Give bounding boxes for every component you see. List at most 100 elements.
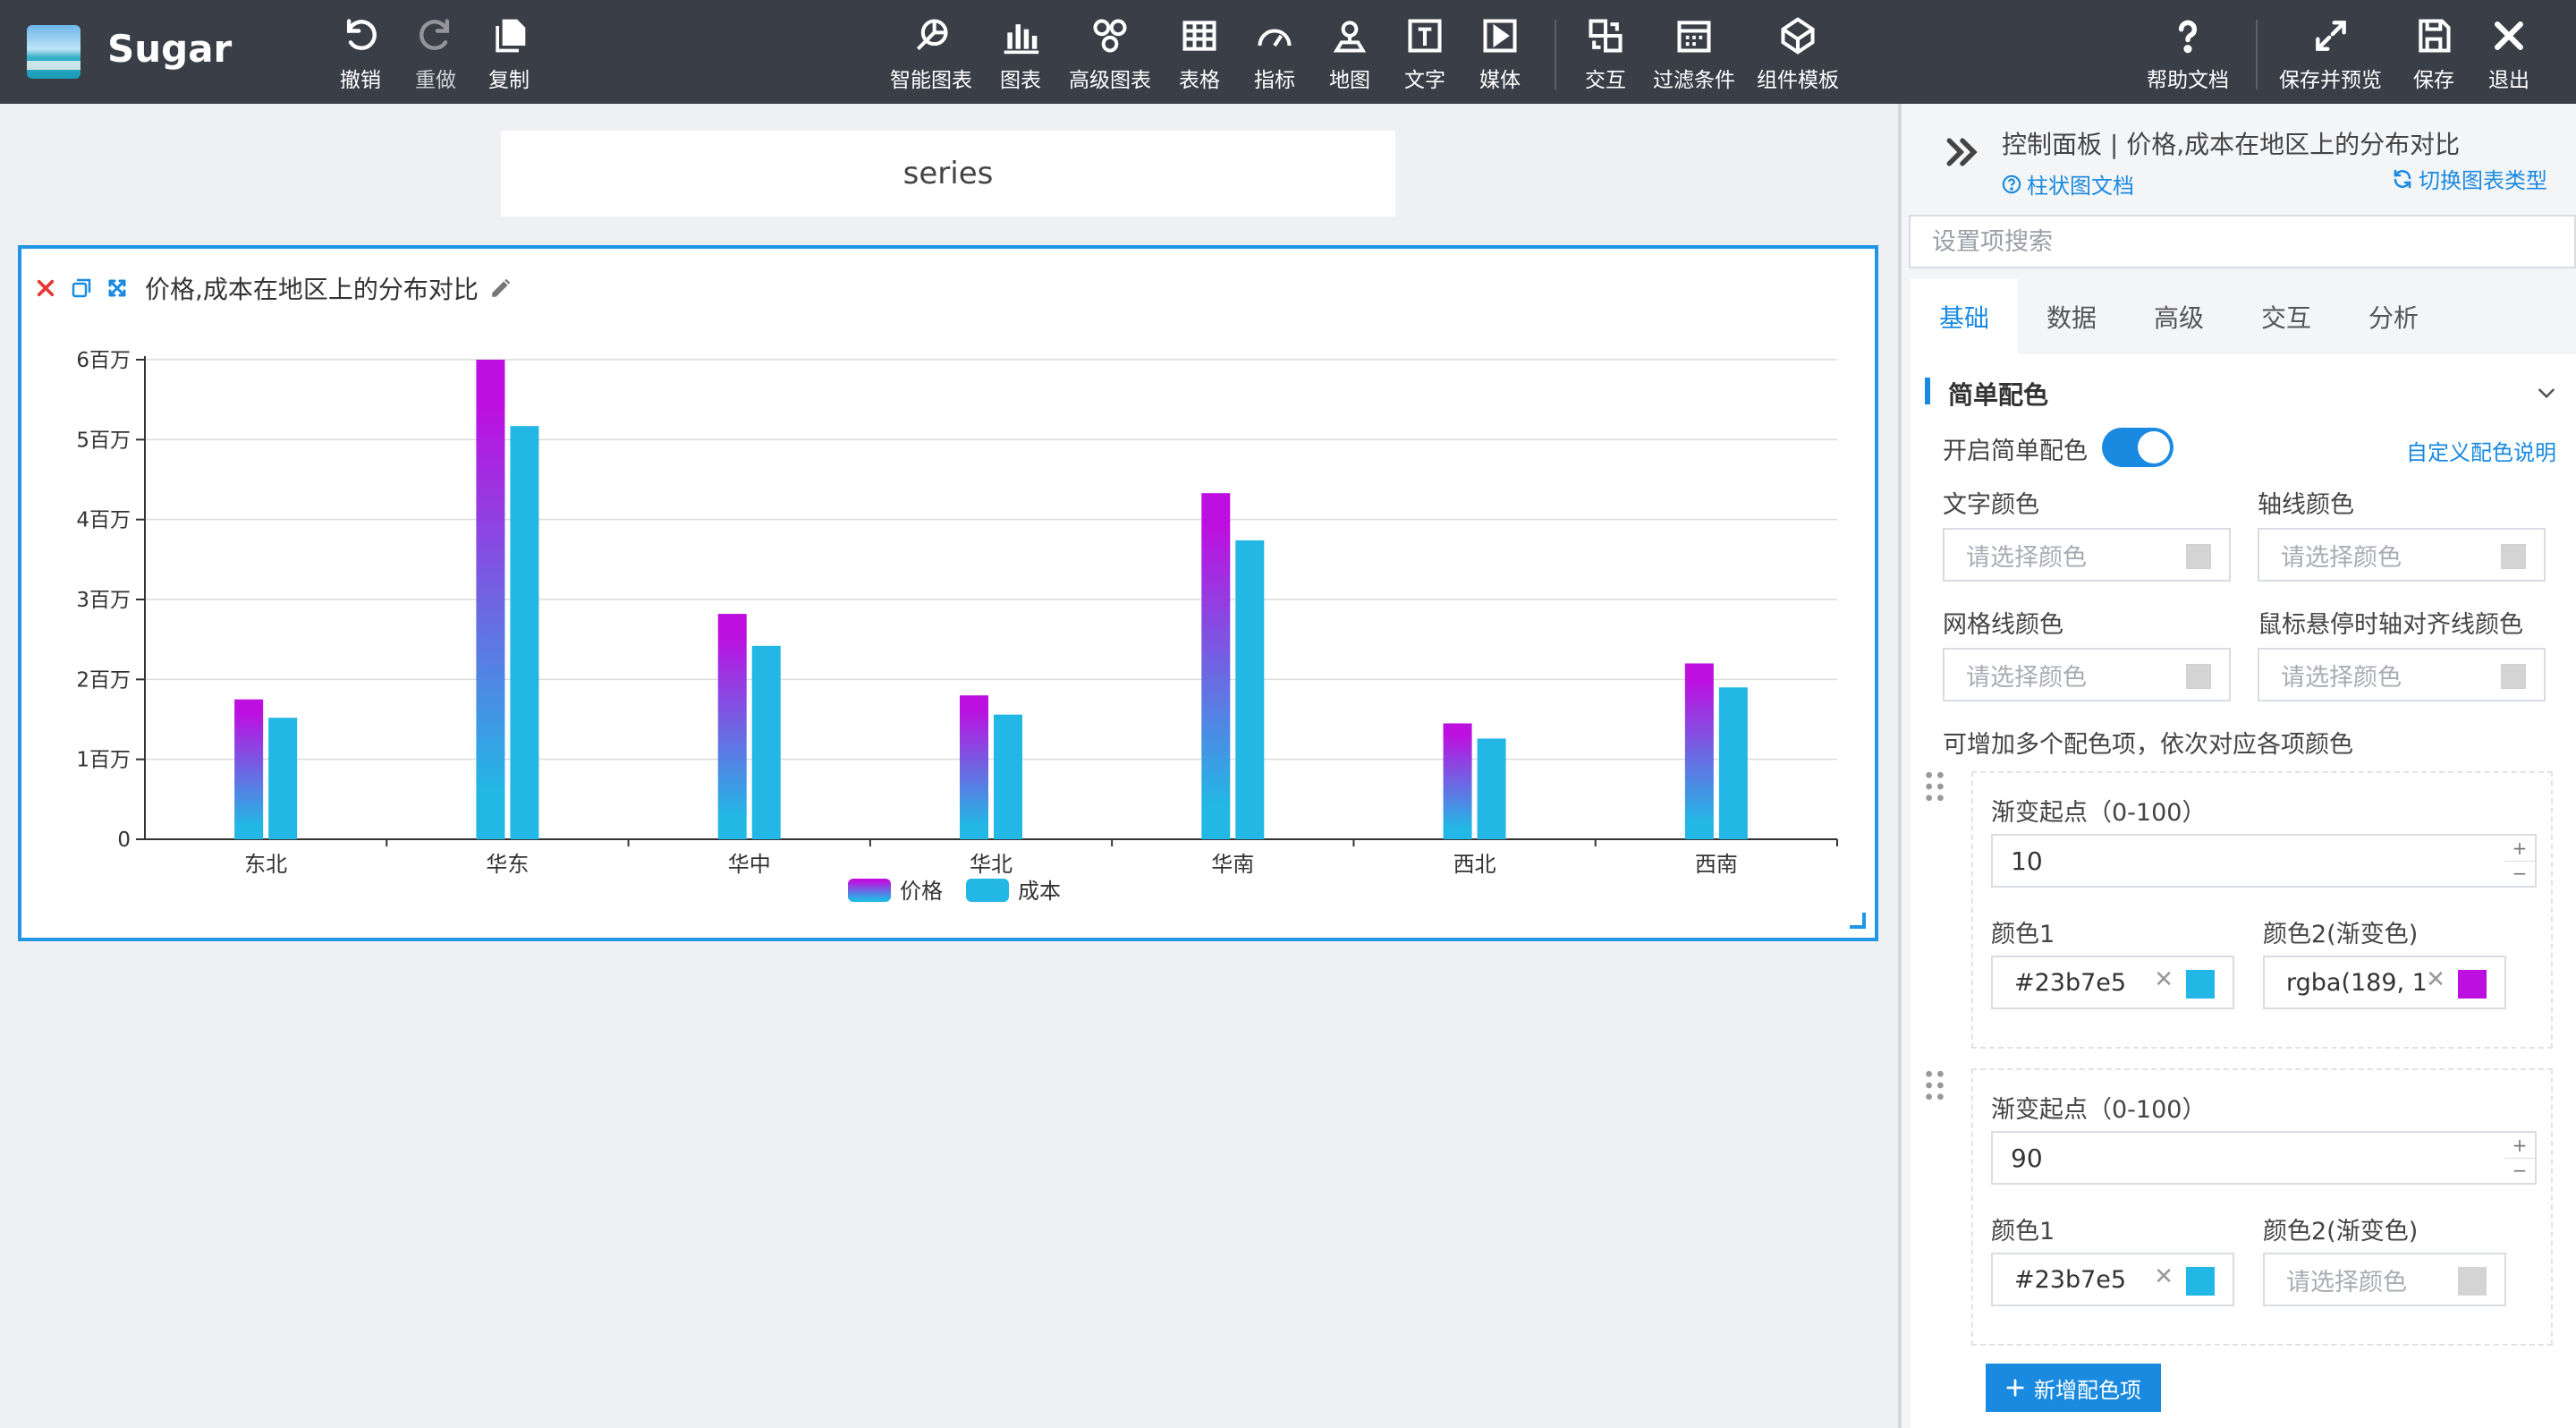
series-text-widget[interactable]: series (501, 131, 1395, 217)
grid-color-picker[interactable]: 请选择颜色 (1943, 648, 2231, 701)
enable-simple-color-toggle[interactable] (2102, 428, 2174, 467)
sugar-logo (27, 25, 80, 79)
duplicate-widget-button[interactable] (68, 275, 95, 302)
app-name: Sugar (107, 27, 233, 71)
switch-link-label: 切换图表类型 (2419, 168, 2547, 193)
gradient-stop-label: 渐变起点（0-100） (1991, 799, 2207, 827)
tab-interaction[interactable]: 交互 (2233, 279, 2340, 354)
gradient-stop-stepper[interactable]: + − (2504, 834, 2537, 888)
smart-chart-button[interactable]: 智能图表 (890, 16, 972, 93)
chart-label: 图表 (1000, 69, 1041, 92)
grid-color-placeholder: 请选择颜色 (1966, 663, 2087, 692)
advanced-chart-label: 高级图表 (1069, 69, 1151, 92)
increment-button[interactable]: + (2504, 1133, 2535, 1158)
fullscreen-widget-button[interactable] (104, 275, 131, 302)
text-color-picker[interactable]: 请选择颜色 (1943, 528, 2231, 582)
top-toolbar: Sugar 撤销 重做 复制 智能图表 图表 高级图表 表格 指标 地图 文字 (0, 0, 2576, 104)
color2-picker[interactable]: rgba(189, 16, 224, 1) ✕ (2263, 956, 2506, 1009)
y-tick-label: 4百万 (76, 509, 131, 532)
custom-color-help-link[interactable]: 自定义配色说明 (2406, 435, 2556, 466)
help-doc-button[interactable]: 帮助文档 (2147, 16, 2229, 93)
bar-价格-华北 (960, 695, 988, 839)
bar-chart-doc-link[interactable]: 柱状图文档 (2002, 168, 2134, 200)
gradient-stop-stepper[interactable]: + − (2504, 1131, 2537, 1185)
clear-icon[interactable]: ✕ (2426, 966, 2445, 993)
decrement-button[interactable]: − (2504, 1157, 2535, 1184)
gradient-stop-input[interactable]: 90 (1991, 1131, 2506, 1185)
refresh-icon (2394, 169, 2411, 188)
x-tick-label: 华南 (1211, 852, 1254, 877)
color2-picker[interactable]: 请选择颜色 (2263, 1253, 2506, 1306)
smart-chart-label: 智能图表 (890, 69, 972, 92)
bar-成本-西北 (1477, 738, 1506, 839)
exit-label: 退出 (2488, 69, 2529, 92)
color-swatch (2501, 664, 2526, 689)
save-icon (2419, 19, 2451, 53)
undo-icon (346, 19, 377, 50)
settings-search-input[interactable] (1909, 215, 2576, 268)
color-item: 渐变起点（0-100） 90 + − 颜色1 颜色2(渐变色) #23b7e5 ✕… (1971, 1068, 2553, 1346)
increment-button[interactable]: + (2504, 836, 2535, 861)
undo-button[interactable]: 撤销 (340, 16, 381, 93)
add-color-item-label: 新增配色项 (2034, 1377, 2141, 1403)
map-button[interactable]: 地图 (1329, 16, 1370, 93)
gradient-stop-input[interactable]: 10 (1991, 834, 2506, 888)
add-color-item-button[interactable]: 新增配色项 (1986, 1364, 2161, 1412)
chevron-down-icon[interactable] (2535, 381, 2558, 404)
bar-价格-华中 (717, 614, 747, 839)
tab-basic[interactable]: 基础 (1911, 279, 2018, 354)
text-button[interactable]: 文字 (1404, 16, 1445, 93)
widget-title: 价格,成本在地区上的分布对比 (145, 275, 479, 304)
drag-handle-icon[interactable] (1923, 771, 1946, 802)
gauge-icon (1258, 29, 1292, 47)
map-pin-icon (1333, 21, 1367, 53)
color1-picker[interactable]: #23b7e5 ✕ (1991, 956, 2234, 1009)
switch-chart-type-link[interactable]: 切换图表类型 (2392, 163, 2547, 194)
clear-icon[interactable]: ✕ (2154, 966, 2174, 993)
save-button[interactable]: 保存 (2413, 16, 2454, 93)
plus-icon (2006, 1379, 2024, 1397)
gradient-stop-label: 渐变起点（0-100） (1991, 1096, 2207, 1124)
color2-swatch (2458, 1267, 2487, 1296)
edit-title-button[interactable] (487, 275, 514, 302)
metric-button[interactable]: 指标 (1254, 16, 1295, 93)
widget-header: 价格,成本在地区上的分布对比 (32, 270, 514, 306)
color2-swatch (2458, 970, 2487, 999)
bar-成本-华中 (751, 645, 781, 839)
question-circle-icon (2002, 174, 2021, 193)
table-icon (1182, 21, 1216, 51)
interaction-button[interactable]: 交互 (1585, 16, 1626, 93)
section-marker (1925, 378, 1930, 404)
tab-advanced[interactable]: 高级 (2125, 279, 2233, 354)
collapse-panel-icon[interactable] (1943, 132, 1982, 172)
chart-widget[interactable]: 0 1百万 2百万 3百万 4百万 5百万 6百万 东北 华东 华中 华北 华南 西北 西南 价格 成本 价格… (18, 245, 1878, 941)
color1-label: 颜色1 (1991, 1218, 2055, 1245)
bar-价格-西南 (1684, 663, 1714, 839)
tab-analysis[interactable]: 分析 (2340, 279, 2447, 354)
color1-picker[interactable]: #23b7e5 ✕ (1991, 1253, 2234, 1306)
clear-icon[interactable]: ✕ (2154, 1263, 2174, 1290)
toolbar-divider (1555, 20, 1556, 89)
redo-button[interactable]: 重做 (415, 16, 456, 93)
interaction-label: 交互 (1585, 69, 1626, 92)
redo-icon (419, 19, 450, 50)
drag-handle-icon[interactable] (1923, 1070, 1946, 1101)
close-icon (2495, 21, 2523, 50)
text-color-placeholder: 请选择颜色 (1966, 543, 2087, 572)
chart-button[interactable]: 图表 (1000, 16, 1041, 93)
save-preview-button[interactable]: 保存并预览 (2279, 16, 2382, 93)
template-button[interactable]: 组件模板 (1757, 16, 1839, 93)
decrement-button[interactable]: − (2504, 860, 2535, 887)
filter-button[interactable]: 过滤条件 (1653, 16, 1735, 93)
axis-color-picker[interactable]: 请选择颜色 (2258, 528, 2546, 582)
delete-widget-button[interactable] (32, 275, 59, 302)
tab-data[interactable]: 数据 (2018, 279, 2125, 354)
media-button[interactable]: 媒体 (1479, 16, 1521, 93)
color2-label: 颜色2(渐变色) (2263, 921, 2419, 948)
copy-button[interactable]: 复制 (488, 16, 530, 93)
table-button[interactable]: 表格 (1179, 16, 1220, 93)
resize-handle[interactable] (1850, 913, 1866, 929)
hover-line-color-picker[interactable]: 请选择颜色 (2258, 648, 2546, 701)
exit-button[interactable]: 退出 (2488, 16, 2529, 93)
advanced-chart-button[interactable]: 高级图表 (1069, 16, 1151, 93)
